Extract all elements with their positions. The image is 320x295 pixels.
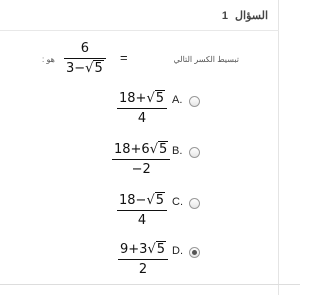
question-title-label: السؤال [235,10,268,22]
stem-text: تبسيط الكسر التالي [173,55,239,64]
option-c-letter: C. [172,196,183,208]
option-d-fraction: 9+3√5 2 [118,241,169,277]
stem-numerator: 6 [80,41,90,56]
question-number: 1 [221,10,228,22]
option-c-fraction: 18−√5 4 [117,192,168,228]
option-d-radio[interactable] [189,247,200,258]
option-b[interactable]: 18+6√5 −2 B. [0,140,279,180]
option-c-radio[interactable] [189,198,200,209]
sqrt-symbol: √5 [147,241,167,257]
fraction-bar [64,58,106,59]
bottom-divider [0,284,300,285]
option-a-radio[interactable] [189,96,200,107]
option-b-letter: B. [172,145,183,157]
sqrt-symbol: √5 [149,141,169,157]
fraction-bar [118,259,169,260]
option-a-letter: A. [172,94,183,106]
stem-fraction: 6 3−√5 [64,41,106,76]
option-b-radio[interactable] [189,147,200,158]
sqrt-symbol: √5 [146,90,166,106]
option-b-fraction: 18+6√5 −2 [112,141,171,177]
option-d-letter: D. [172,245,183,257]
fraction-bar [117,108,168,109]
stem-equals: = [120,50,128,65]
question-panel: السؤال 1 هو : 6 3−√5 = تبسيط الكسر التال… [0,0,300,295]
sqrt-symbol: √5 [85,60,104,76]
question-stem: هو : 6 3−√5 = تبسيط الكسر التالي [0,36,279,86]
header-divider [0,30,279,31]
question-title: السؤال 1 [222,9,268,22]
fraction-bar [112,159,171,160]
option-a-fraction: 18+√5 4 [117,90,168,126]
fraction-bar [117,210,168,211]
stem-is-label: هو : [42,55,55,64]
option-d[interactable]: 9+3√5 2 D. [0,240,279,280]
option-a[interactable]: 18+√5 4 A. [0,89,279,129]
stem-denominator: 3−√5 [66,60,104,76]
option-c[interactable]: 18−√5 4 C. [0,191,279,231]
sqrt-symbol: √5 [146,192,166,208]
